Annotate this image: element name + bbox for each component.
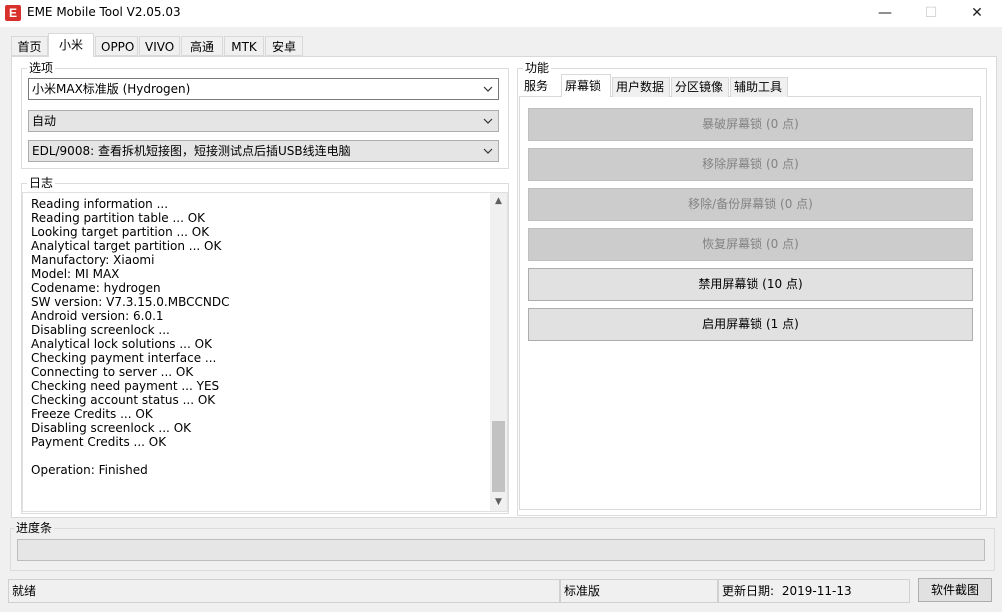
log-line: Checking account status ... OK: [31, 393, 216, 407]
remove-screenlock-button[interactable]: 移除屏幕锁 (0 点): [528, 148, 973, 181]
update-date-cell: 更新日期: 2019-11-13: [718, 579, 910, 603]
tab-oppo[interactable]: OPPO: [95, 36, 138, 56]
window-title: EME Mobile Tool V2.05.03: [27, 5, 181, 19]
mode-select-value: 自动: [32, 114, 57, 128]
edition-text: 标准版: [560, 579, 718, 603]
remove-backup-screenlock-button[interactable]: 移除/备份屏幕锁 (0 点): [528, 188, 973, 221]
model-select[interactable]: 小米MAX标准版 (Hydrogen): [28, 78, 499, 100]
log-line: Reading partition table ... OK: [31, 211, 206, 225]
log-scrollbar[interactable]: ▲ ▼: [490, 193, 507, 511]
log-line: Payment Credits ... OK: [31, 435, 167, 449]
update-date-label: 更新日期:: [722, 584, 775, 598]
enable-screenlock-button[interactable]: 启用屏幕锁 (1 点): [528, 308, 973, 341]
log-line: Looking target partition ... OK: [31, 225, 210, 239]
log-line: Disabling screenlock ...: [31, 323, 170, 337]
log-line: SW version: V7.3.15.0.MBCCNDC: [31, 295, 230, 309]
log-line: Analytical lock solutions ... OK: [31, 337, 212, 351]
log-line: Reading information ...: [31, 197, 169, 211]
mode-select[interactable]: 自动: [28, 110, 499, 132]
log-line: Connecting to server ... OK: [31, 365, 194, 379]
log-line: Operation: Finished: [31, 463, 148, 477]
port-select[interactable]: EDL/9008: 查看拆机短接图，短接测试点后插USB线连电脑: [28, 140, 499, 162]
chevron-down-icon: [483, 148, 493, 154]
title-bar: E EME Mobile Tool V2.05.03 — ☐ ✕: [0, 0, 1002, 27]
tab-android[interactable]: 安卓: [265, 36, 303, 56]
port-select-value: EDL/9008: 查看拆机短接图，短接测试点后插USB线连电脑: [32, 144, 351, 158]
log-line: Freeze Credits ... OK: [31, 407, 153, 421]
log-line: Manufactory: Xiaomi: [31, 253, 155, 267]
screenshot-button[interactable]: 软件截图: [918, 578, 992, 602]
tab-tools[interactable]: 辅助工具: [730, 77, 788, 97]
status-text: 就绪: [8, 579, 560, 603]
tab-home[interactable]: 首页: [11, 36, 48, 56]
progress-bar: [17, 539, 985, 561]
log-line: Checking need payment ... YES: [31, 379, 220, 393]
log-line: Analytical target partition ... OK: [31, 239, 222, 253]
chevron-down-icon: [483, 86, 493, 92]
tab-qualcomm[interactable]: 高通: [181, 36, 223, 56]
minimize-button[interactable]: —: [862, 0, 908, 27]
options-group-title: 选项: [27, 61, 56, 75]
chevron-down-icon: [483, 118, 493, 124]
tab-screenlock[interactable]: 屏幕锁: [561, 74, 611, 97]
tab-service[interactable]: 服务: [521, 77, 559, 97]
disable-screenlock-button[interactable]: 禁用屏幕锁 (10 点): [528, 268, 973, 301]
update-date-value: 2019-11-13: [781, 584, 852, 598]
tab-partition-image[interactable]: 分区镜像: [671, 77, 729, 97]
model-select-value: 小米MAX标准版 (Hydrogen): [32, 82, 191, 96]
log-text: Reading information ... Reading partition…: [31, 197, 481, 477]
close-button[interactable]: ✕: [954, 0, 1000, 27]
progress-group-title: 进度条: [14, 521, 55, 535]
log-line: Codename: hydrogen: [31, 281, 161, 295]
log-line: Disabling screenlock ... OK: [31, 421, 192, 435]
maximize-button[interactable]: ☐: [908, 0, 954, 27]
log-output[interactable]: Reading information ... Reading partition…: [22, 192, 508, 512]
tab-user-data[interactable]: 用户数据: [612, 77, 670, 97]
app-logo-icon: E: [5, 5, 21, 21]
brute-force-screenlock-button[interactable]: 暴破屏幕锁 (0 点): [528, 108, 973, 141]
tab-mtk[interactable]: MTK: [224, 36, 264, 56]
log-line: Checking payment interface ...: [31, 351, 217, 365]
restore-screenlock-button[interactable]: 恢复屏幕锁 (0 点): [528, 228, 973, 261]
log-group-title: 日志: [27, 176, 56, 190]
functions-group-title: 功能: [523, 61, 552, 75]
scroll-thumb[interactable]: [492, 421, 505, 492]
scroll-up-icon[interactable]: ▲: [490, 193, 507, 210]
tab-xiaomi[interactable]: 小米: [48, 33, 94, 57]
log-line: Android version: 6.0.1: [31, 309, 164, 323]
tab-vivo[interactable]: VIVO: [139, 36, 180, 56]
scroll-down-icon[interactable]: ▼: [490, 494, 507, 511]
log-line: Model: MI MAX: [31, 267, 120, 281]
